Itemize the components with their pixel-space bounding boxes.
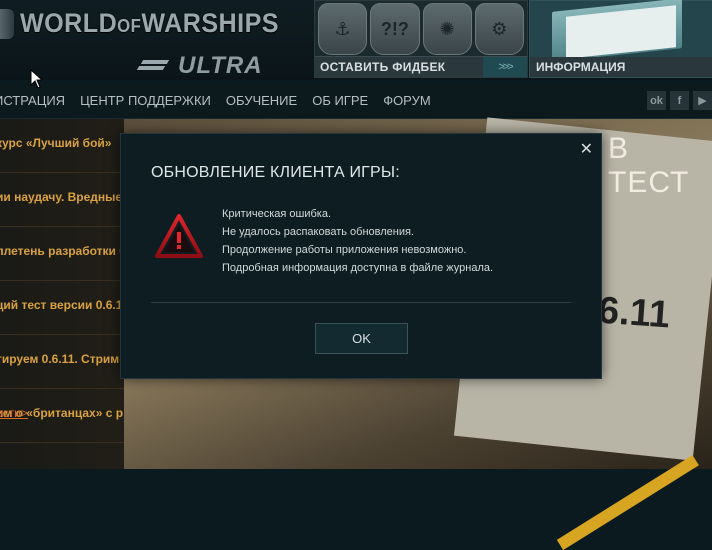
nav-items: ИСТРАЦИЯ ЦЕНТР ПОДДЕРЖКИ ОБУЧЕНИЕ ОБ ИГР… [0,93,431,108]
mouse-cursor-icon [30,69,42,89]
news-item[interactable]: тируем 0.6.11. Стрим с [0,335,129,389]
news-title[interactable]: ии наудачу. Вредные [0,190,122,204]
logo-emblem-icon [0,8,14,39]
logo-word-world: WORLD [20,8,118,38]
news-title[interactable]: курс «Лучший бой» [0,136,111,150]
header: WORLDOFWARSHIPS ULTRA ⚓ ?!? ✺ ⚙ ОСТАВИТЬ… [0,0,712,80]
news-list: курс «Лучший бой» ии наудачу. Вредные лл… [0,119,129,443]
nav-item-forum[interactable]: ФОРУМ [383,93,430,108]
dialog-message: Критическая ошибка. Не удалось распакова… [222,205,493,277]
facebook-icon[interactable]: f [670,91,689,110]
news-item[interactable]: курс «Лучший бой» [0,119,124,173]
nav-item-training[interactable]: ОБУЧЕНИЕ [226,93,297,108]
news-title[interactable]: тируем 0.6.11. Стрим с [0,352,129,366]
news-item[interactable]: ии наудачу. Вредные [0,173,124,227]
pencil-decoration [556,455,699,550]
message-line: Продолжение работы приложения невозможно… [222,244,467,256]
dialog-title: ОБНОВЛЕНИЕ КЛИЕНТА ИГРЫ: [151,164,400,181]
feedback-icons: ⚓ ?!? ✺ ⚙ [315,1,527,61]
logo-text: WORLDOFWARSHIPS [20,8,279,39]
dialog-divider [151,302,571,303]
ship-icon[interactable]: ⚓ [318,3,368,55]
feedback-bar[interactable]: ОСТАВИТЬ ФИДБЕК >>> [315,56,527,77]
news-item[interactable]: ций тест версии 0.6.11 [0,281,128,335]
feedback-label: ОСТАВИТЬ ФИДБЕК [320,60,446,74]
warning-icon [155,214,203,258]
nav-item-support[interactable]: ЦЕНТР ПОДДЕРЖКИ [80,93,211,108]
info-bar[interactable]: ИНФОРМАЦИЯ [530,57,712,77]
social-links: ok f ▶ [647,91,712,110]
question-icon[interactable]: ?!? [370,3,420,55]
logo-word-of: OF [117,16,142,36]
ultra-arrow-icon [136,58,172,74]
update-error-dialog: ✕ ОБНОВЛЕНИЕ КЛИЕНТА ИГРЫ: Критическая о… [120,133,602,379]
edition-label: ULTRA [178,52,263,79]
more-news-link[interactable]: ости> [0,406,28,420]
game-logo[interactable]: WORLDOFWARSHIPS [0,8,299,39]
message-line: Критическая ошибка. [222,208,332,220]
bulb-icon[interactable]: ✺ [422,3,472,55]
gears-icon[interactable]: ⚙ [474,3,524,55]
nav-item-registration[interactable]: ИСТРАЦИЯ [0,93,65,108]
edition-badge: ULTRA [136,52,263,80]
odnoklassniki-icon[interactable]: ok [647,91,666,110]
ok-button[interactable]: OK [315,323,408,354]
feedback-panel[interactable]: ⚓ ?!? ✺ ⚙ ОСТАВИТЬ ФИДБЕК >>> [314,0,528,78]
logo-word-warships: WARSHIPS [141,8,280,38]
youtube-icon[interactable]: ▶ [693,91,712,110]
feedback-arrows-icon: >>> [483,57,527,77]
banner-version: 6.11 [596,289,672,337]
close-icon[interactable]: ✕ [580,139,593,159]
news-item[interactable]: ллетень разработки 0 [0,227,126,281]
info-panel[interactable]: ИНФОРМАЦИЯ [529,0,712,78]
news-title[interactable]: ллетень разработки 0 [0,244,126,258]
info-label: ИНФОРМАЦИЯ [536,60,626,74]
message-line: Не удалось распаковать обновления. [222,226,414,238]
news-title[interactable]: ций тест версии 0.6.11 [0,298,128,312]
message-line: Подробная информация доступна в файле жу… [222,262,494,274]
nav-item-about[interactable]: ОБ ИГРЕ [312,93,368,108]
banner-headline: В ТЕСТ [608,132,690,199]
main-nav: ИСТРАЦИЯ ЦЕНТР ПОДДЕРЖКИ ОБУЧЕНИЕ ОБ ИГР… [0,84,712,119]
